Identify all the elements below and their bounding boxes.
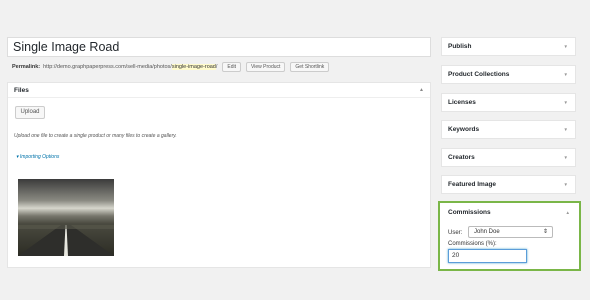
- licenses-box[interactable]: Licenses ▼: [441, 93, 576, 112]
- files-panel: Files ▲ Upload Upload one file to create…: [7, 82, 431, 268]
- product-title-field[interactable]: Single Image Road: [7, 37, 431, 57]
- permalink-base: http://demo.graphpaperpress.com/sell-med…: [43, 64, 172, 70]
- permalink-url[interactable]: http://demo.graphpaperpress.com/sell-med…: [43, 61, 217, 73]
- upload-button[interactable]: Upload: [15, 106, 45, 119]
- chevron-down-icon[interactable]: ▼: [564, 94, 568, 111]
- commission-percent-label: Commissions (%):: [448, 241, 497, 247]
- commission-percent-input[interactable]: 20: [448, 249, 527, 263]
- keywords-heading: Keywords: [448, 126, 480, 133]
- featured-image-heading: Featured Image: [448, 181, 497, 188]
- chevron-down-icon[interactable]: ▼: [564, 121, 568, 138]
- chevron-down-icon[interactable]: ▼: [564, 176, 568, 193]
- commissions-heading: Commissions: [448, 209, 491, 216]
- featured-image-box[interactable]: Featured Image ▼: [441, 175, 576, 194]
- upload-hint: Upload one file to create a single produ…: [14, 133, 177, 139]
- commissions-header[interactable]: Commissions ▲: [440, 203, 579, 222]
- files-heading: Files: [14, 87, 29, 94]
- publish-box[interactable]: Publish ▼: [441, 37, 576, 56]
- files-panel-header[interactable]: Files ▲: [8, 83, 430, 98]
- edit-permalink-button[interactable]: Edit: [222, 62, 242, 72]
- permalink-slug[interactable]: single-image-road: [171, 64, 216, 70]
- creators-heading: Creators: [448, 154, 475, 161]
- product-collections-box[interactable]: Product Collections ▼: [441, 65, 576, 84]
- collapse-arrow-icon[interactable]: ▲: [419, 83, 424, 98]
- permalink-end: /: [215, 64, 218, 70]
- licenses-heading: Licenses: [448, 99, 476, 106]
- permalink-row: Permalink: http://demo.graphpaperpress.c…: [12, 61, 330, 73]
- chevron-down-icon[interactable]: ▼: [564, 149, 568, 166]
- user-label: User:: [448, 230, 463, 236]
- importing-options-link[interactable]: ▾ Importing Options: [16, 154, 59, 160]
- view-product-button[interactable]: View Product: [246, 62, 286, 72]
- commissions-box: Commissions ▲ User: John Doe ⇕ Commissio…: [438, 201, 581, 271]
- permalink-label: Permalink:: [12, 64, 41, 70]
- select-caret-icon: ⇕: [542, 229, 548, 235]
- uploaded-image-thumbnail[interactable]: [18, 179, 114, 256]
- get-shortlink-button[interactable]: Get Shortlink: [290, 62, 330, 72]
- chevron-up-icon[interactable]: ▲: [566, 203, 570, 222]
- chevron-down-icon[interactable]: ▼: [564, 38, 568, 55]
- creators-box[interactable]: Creators ▼: [441, 148, 576, 167]
- chevron-down-icon[interactable]: ▼: [564, 66, 568, 83]
- product-collections-heading: Product Collections: [448, 71, 510, 78]
- road-image: [18, 225, 114, 256]
- keywords-box[interactable]: Keywords ▼: [441, 120, 576, 139]
- user-select-value: John Doe: [474, 229, 500, 235]
- publish-heading: Publish: [448, 43, 472, 50]
- user-select[interactable]: John Doe ⇕: [468, 226, 553, 238]
